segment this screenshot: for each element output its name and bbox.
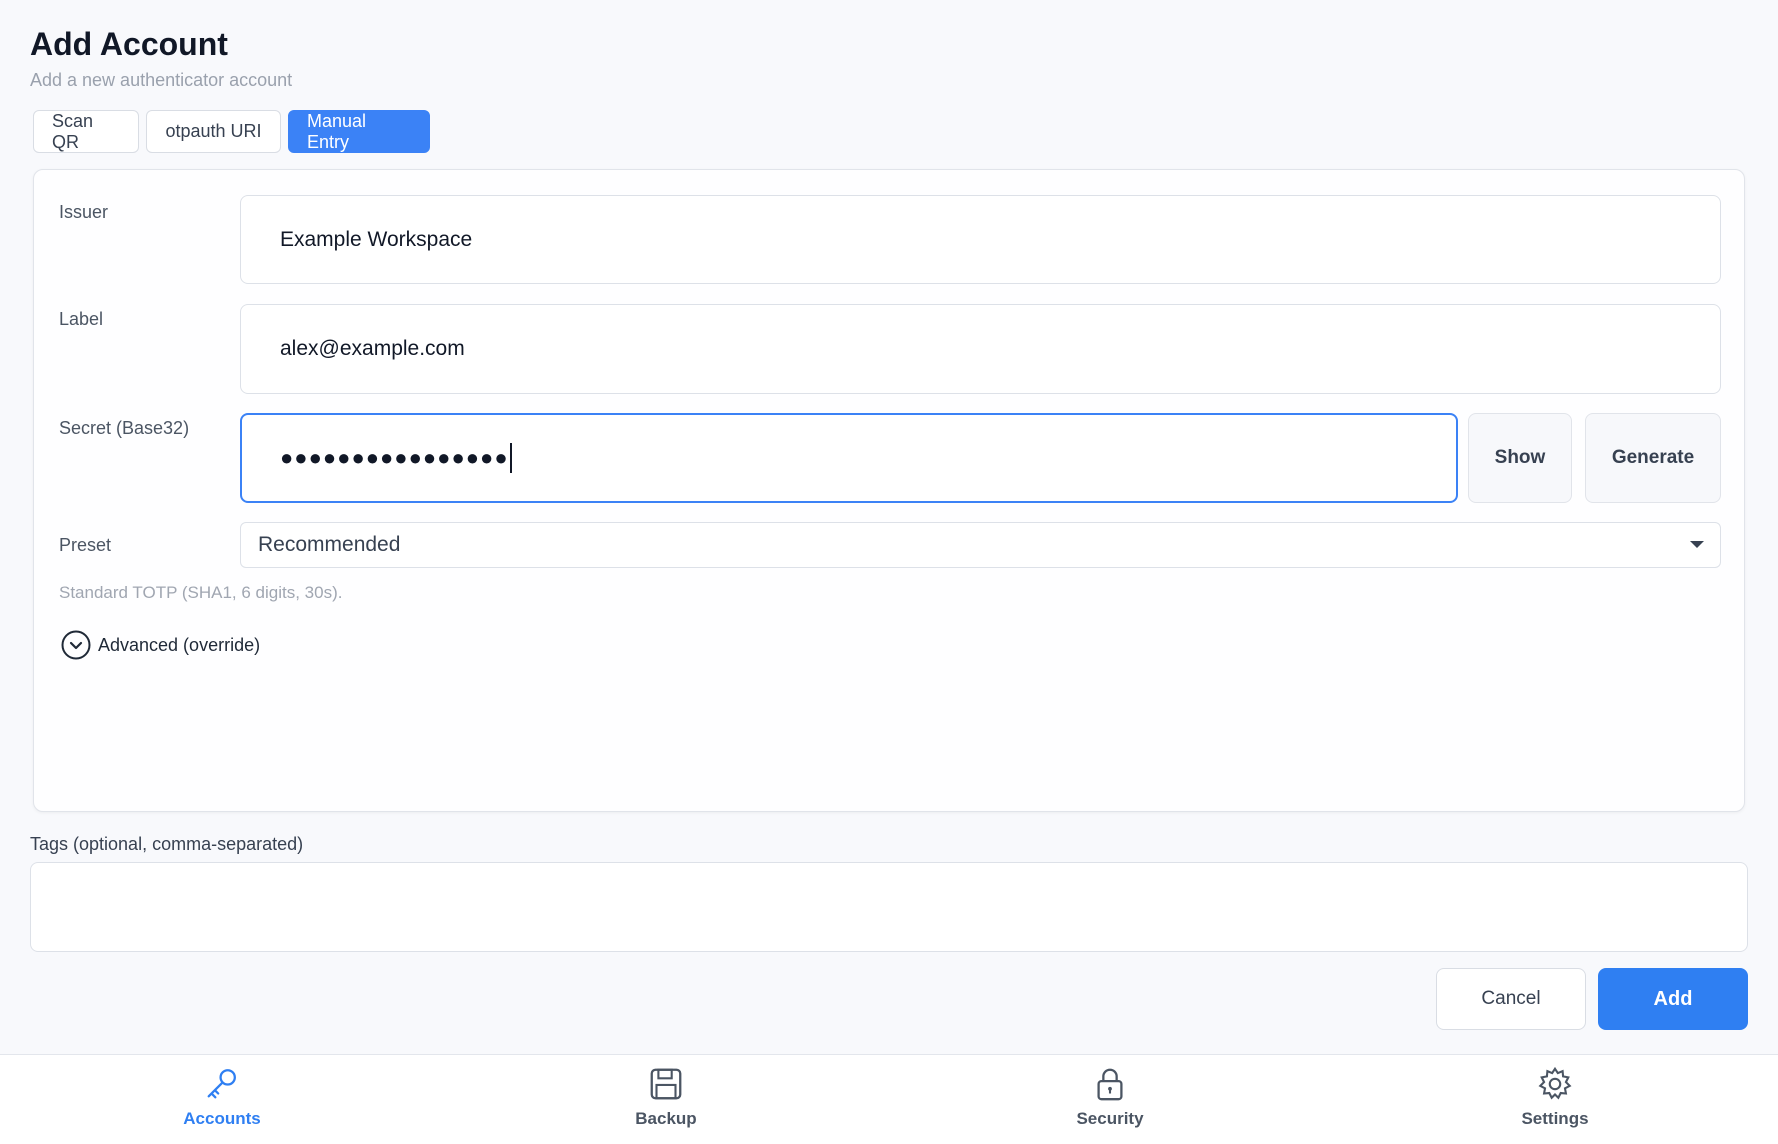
- secret-label: Secret (Base32): [59, 418, 190, 438]
- page-title: Add Account: [30, 26, 228, 62]
- nav-settings[interactable]: Settings: [1475, 1065, 1635, 1140]
- entry-method-tabs: Scan QR otpauth URI Manual Entry: [33, 110, 430, 153]
- nav-backup-label: Backup: [635, 1109, 697, 1128]
- key-icon: [207, 1069, 236, 1099]
- generate-secret-button[interactable]: Generate: [1585, 413, 1721, 503]
- preset-label: Preset: [59, 535, 112, 555]
- chevron-circle-down-icon: [61, 630, 91, 660]
- advanced-toggle[interactable]: Advanced (override): [61, 630, 260, 660]
- advanced-label: Advanced (override): [98, 634, 261, 655]
- account-label-input[interactable]: alex@example.com: [240, 304, 1721, 394]
- nav-accounts[interactable]: Accounts: [142, 1065, 302, 1140]
- tab-scan-qr[interactable]: Scan QR: [33, 110, 139, 153]
- tab-otpauth-uri[interactable]: otpauth URI: [146, 110, 281, 153]
- add-button[interactable]: Add: [1598, 968, 1748, 1030]
- floppy-disk-icon: [650, 1068, 682, 1100]
- show-secret-button[interactable]: Show: [1468, 413, 1572, 503]
- label-field-label: Label: [59, 309, 104, 329]
- bottom-nav: Accounts Backup Security Settings: [0, 1054, 1778, 1144]
- issuer-value: Example Workspace: [280, 227, 473, 251]
- tags-label: Tags (optional, comma-separated): [30, 834, 304, 854]
- nav-settings-label: Settings: [1521, 1109, 1589, 1128]
- nav-backup[interactable]: Backup: [586, 1065, 746, 1140]
- issuer-label: Issuer: [59, 202, 109, 222]
- issuer-input[interactable]: Example Workspace: [240, 195, 1721, 284]
- chevron-down-icon: [1690, 541, 1704, 548]
- secret-masked-value: ●●●●●●●●●●●●●●●●: [280, 445, 509, 470]
- nav-accounts-label: Accounts: [183, 1109, 261, 1128]
- gear-icon: [1538, 1066, 1572, 1100]
- secret-input[interactable]: ●●●●●●●●●●●●●●●●: [240, 413, 1458, 503]
- preset-hint: Standard TOTP (SHA1, 6 digits, 30s).: [59, 583, 343, 602]
- cancel-button[interactable]: Cancel: [1436, 968, 1586, 1030]
- tags-input[interactable]: [30, 862, 1748, 952]
- nav-security-label: Security: [1076, 1109, 1144, 1128]
- manual-entry-card: Issuer Example Workspace Label alex@exam…: [33, 169, 1745, 812]
- text-caret: [509, 443, 512, 473]
- page-subtitle: Add a new authenticator account: [30, 70, 293, 90]
- preset-selected-value: Recommended: [258, 533, 401, 556]
- nav-security[interactable]: Security: [1030, 1065, 1190, 1140]
- lock-icon: [1097, 1068, 1123, 1101]
- tab-manual-entry[interactable]: Manual Entry: [288, 110, 430, 153]
- account-label-value: alex@example.com: [280, 337, 465, 360]
- preset-select[interactable]: Recommended: [240, 522, 1721, 568]
